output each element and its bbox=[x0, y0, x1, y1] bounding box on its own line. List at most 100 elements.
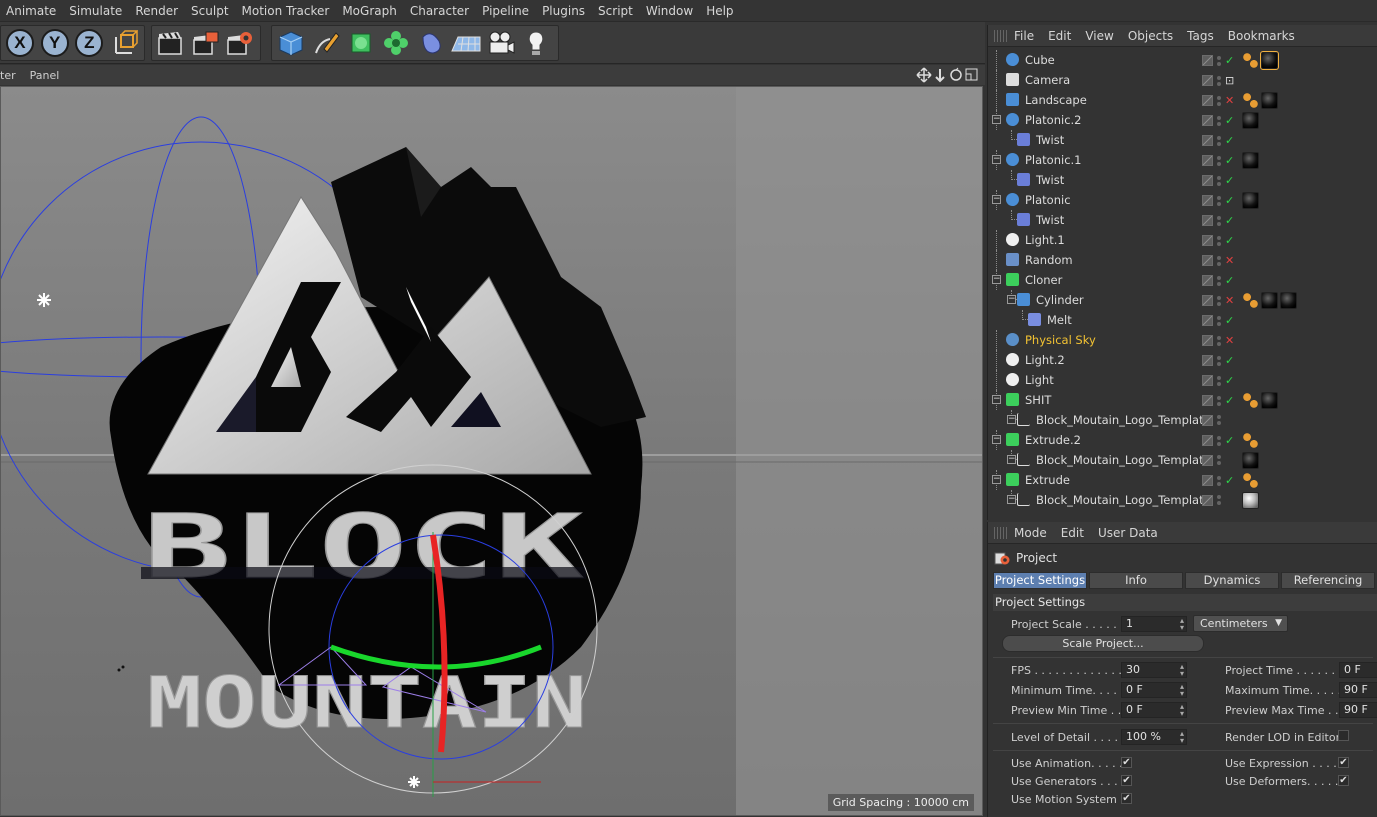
visibility-dots[interactable] bbox=[1216, 275, 1222, 287]
scale-project-button[interactable]: Scale Project... bbox=[1002, 635, 1204, 652]
use-animation-checkbox[interactable]: ✔ bbox=[1121, 757, 1132, 768]
panel-grip-icon[interactable] bbox=[994, 526, 1008, 539]
enabled-check-icon[interactable]: ✓ bbox=[1225, 214, 1236, 227]
material-tag-icon[interactable] bbox=[1242, 112, 1259, 129]
expand-toggle-icon[interactable]: − bbox=[1007, 415, 1016, 424]
menu-window[interactable]: Window bbox=[646, 4, 693, 18]
layer-icon[interactable] bbox=[1202, 95, 1213, 106]
expand-toggle-icon[interactable]: − bbox=[1007, 295, 1016, 304]
expand-toggle-icon[interactable]: − bbox=[992, 395, 1001, 404]
material-tag-icon[interactable] bbox=[1261, 292, 1278, 309]
object-row[interactable]: − Extrude.2 ✓ bbox=[988, 430, 1377, 450]
menu-mograph[interactable]: MoGraph bbox=[342, 4, 397, 18]
disabled-x-icon[interactable]: ✕ bbox=[1225, 94, 1236, 107]
menu-render[interactable]: Render bbox=[135, 4, 178, 18]
object-row[interactable]: − Cylinder ✕ bbox=[988, 290, 1377, 310]
object-menu-file[interactable]: File bbox=[1014, 29, 1034, 43]
layer-icon[interactable] bbox=[1202, 494, 1213, 506]
render-settings-button[interactable] bbox=[223, 27, 257, 59]
menu-motion-tracker[interactable]: Motion Tracker bbox=[242, 4, 330, 18]
visibility-dots[interactable] bbox=[1216, 335, 1222, 347]
phong-tag-icon[interactable] bbox=[1242, 292, 1259, 309]
visibility-dots[interactable] bbox=[1216, 475, 1222, 487]
layer-icon[interactable] bbox=[1202, 75, 1213, 86]
pen-tool-button[interactable] bbox=[309, 27, 343, 59]
material-tag-icon[interactable] bbox=[1261, 92, 1278, 109]
deformer-button[interactable] bbox=[414, 27, 448, 59]
preview-max-time-field[interactable]: 90 F bbox=[1339, 702, 1377, 718]
visibility-dots[interactable] bbox=[1216, 255, 1222, 267]
project-scale-field[interactable]: 1 ▴ ▾ bbox=[1121, 616, 1187, 632]
menu-simulate[interactable]: Simulate bbox=[69, 4, 122, 18]
object-menu-view[interactable]: View bbox=[1085, 29, 1113, 43]
tab-info[interactable]: Info bbox=[1089, 572, 1183, 589]
layer-icon[interactable] bbox=[1202, 115, 1213, 126]
material-tag-icon[interactable] bbox=[1242, 152, 1259, 169]
enabled-check-icon[interactable]: ✓ bbox=[1225, 134, 1236, 147]
visibility-dots[interactable] bbox=[1216, 435, 1222, 447]
object-row[interactable]: − Block_Moutain_Logo_Template bbox=[988, 410, 1377, 430]
disabled-x-icon[interactable]: ✕ bbox=[1225, 254, 1236, 267]
object-row[interactable]: Twist ✓ bbox=[988, 170, 1377, 190]
light-button[interactable] bbox=[519, 27, 553, 59]
object-row[interactable]: − SHIT ✓ bbox=[988, 390, 1377, 410]
object-row[interactable]: Twist ✓ bbox=[988, 130, 1377, 150]
layer-icon[interactable] bbox=[1202, 135, 1213, 146]
render-to-picture-viewer-button[interactable] bbox=[189, 27, 223, 59]
visibility-dots[interactable] bbox=[1216, 75, 1222, 87]
layer-icon[interactable] bbox=[1202, 55, 1213, 66]
visibility-dots[interactable] bbox=[1216, 155, 1222, 167]
fps-field[interactable]: 30 ▴ ▾ bbox=[1121, 662, 1187, 678]
material-tag-icon[interactable] bbox=[1242, 492, 1259, 509]
viewport-menu-filter[interactable]: ter bbox=[0, 69, 16, 82]
render-lod-checkbox[interactable] bbox=[1338, 730, 1349, 741]
layer-icon[interactable] bbox=[1202, 295, 1213, 306]
panel-grip-icon[interactable] bbox=[994, 29, 1008, 42]
material-tag-icon[interactable] bbox=[1280, 292, 1297, 309]
menu-character[interactable]: Character bbox=[410, 4, 469, 18]
visibility-dots[interactable] bbox=[1216, 215, 1222, 227]
disabled-x-icon[interactable]: ✕ bbox=[1225, 334, 1236, 347]
layer-icon[interactable] bbox=[1202, 435, 1213, 446]
enabled-check-icon[interactable]: ✓ bbox=[1225, 394, 1236, 407]
object-menu-objects[interactable]: Objects bbox=[1128, 29, 1173, 43]
enabled-check-icon[interactable]: ✓ bbox=[1225, 474, 1236, 487]
phong-tag-icon[interactable] bbox=[1242, 432, 1259, 449]
3d-viewport[interactable]: BLOCK MOUNTAIN Grid Spacing : 10000 cm bbox=[0, 86, 983, 816]
object-row[interactable]: Twist ✓ bbox=[988, 210, 1377, 230]
layer-icon[interactable] bbox=[1202, 195, 1213, 206]
camera-button[interactable] bbox=[484, 27, 518, 59]
phong-tag-icon[interactable] bbox=[1242, 92, 1259, 109]
subdivision-surface-button[interactable] bbox=[344, 27, 378, 59]
enabled-check-icon[interactable]: ✓ bbox=[1225, 314, 1236, 327]
menu-help[interactable]: Help bbox=[706, 4, 733, 18]
object-row[interactable]: Landscape ✕ bbox=[988, 90, 1377, 110]
expand-toggle-icon[interactable]: − bbox=[992, 435, 1001, 444]
x-axis-lock-button[interactable]: X bbox=[3, 27, 37, 59]
use-expression-checkbox[interactable]: ✔ bbox=[1338, 757, 1349, 768]
enabled-check-icon[interactable]: ✓ bbox=[1225, 374, 1236, 387]
viewport-menu-panel[interactable]: Panel bbox=[30, 69, 60, 82]
level-of-detail-field[interactable]: 100 % ▴ ▾ bbox=[1121, 729, 1187, 745]
preview-min-time-field[interactable]: 0 F ▴ ▾ bbox=[1121, 702, 1187, 718]
menu-animate[interactable]: Animate bbox=[6, 4, 56, 18]
object-row[interactable]: Cube ✓ bbox=[988, 50, 1377, 70]
object-row[interactable]: − Extrude ✓ bbox=[988, 470, 1377, 490]
object-row[interactable]: Random ✕ bbox=[988, 250, 1377, 270]
attribute-menu-edit[interactable]: Edit bbox=[1061, 526, 1084, 540]
layer-icon[interactable] bbox=[1202, 454, 1213, 466]
floor-button[interactable] bbox=[449, 27, 483, 59]
visibility-dots[interactable] bbox=[1216, 115, 1222, 127]
layer-icon[interactable] bbox=[1202, 375, 1213, 386]
layer-icon[interactable] bbox=[1202, 414, 1213, 426]
tab-project-settings[interactable]: Project Settings bbox=[993, 572, 1087, 589]
visibility-dots[interactable] bbox=[1216, 494, 1222, 506]
enabled-check-icon[interactable]: ✓ bbox=[1225, 234, 1236, 247]
attribute-menu-mode[interactable]: Mode bbox=[1014, 526, 1047, 540]
visibility-dots[interactable] bbox=[1216, 454, 1222, 466]
material-tag-icon[interactable] bbox=[1260, 51, 1279, 70]
cloner-button[interactable] bbox=[379, 27, 413, 59]
visibility-dots[interactable] bbox=[1216, 235, 1222, 247]
object-row[interactable]: Physical Sky ✕ bbox=[988, 330, 1377, 350]
object-row[interactable]: Light.1 ✓ bbox=[988, 230, 1377, 250]
